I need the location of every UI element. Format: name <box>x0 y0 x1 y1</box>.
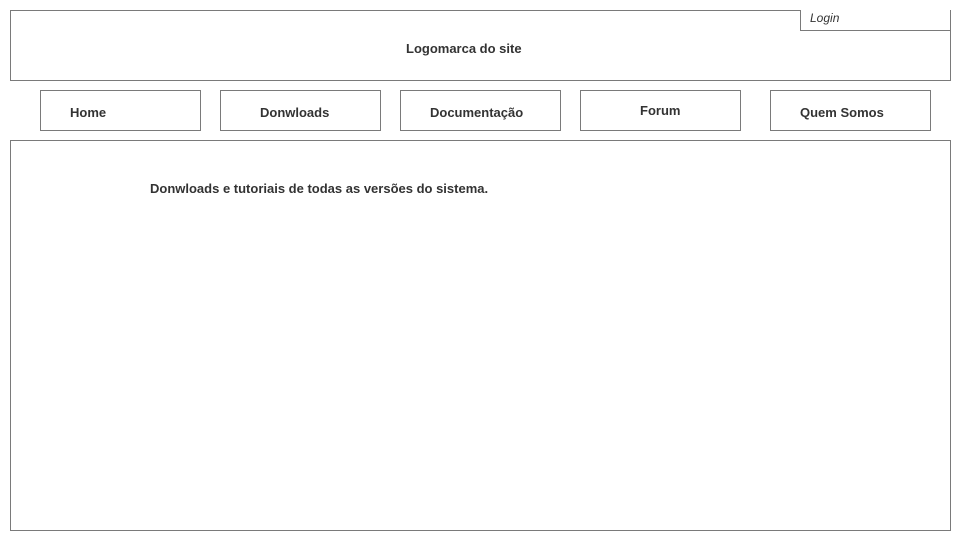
nav-item-documentation[interactable]: Documentação <box>400 90 561 131</box>
nav-item-downloads[interactable]: Donwloads <box>220 90 381 131</box>
main-content-area: Donwloads e tutoriais de todas as versõe… <box>10 140 951 531</box>
nav-item-label: Donwloads <box>260 105 330 120</box>
page-description: Donwloads e tutoriais de todas as versõe… <box>150 181 489 196</box>
site-logo-placeholder: Logomarca do site <box>406 41 522 56</box>
nav-item-label: Documentação <box>430 105 524 120</box>
nav-item-label: Forum <box>640 103 681 118</box>
nav-item-forum[interactable]: Forum <box>580 90 741 131</box>
nav-item-label: Home <box>70 105 107 120</box>
nav-item-about-us[interactable]: Quem Somos <box>770 90 931 131</box>
nav-item-label: Quem Somos <box>800 105 884 120</box>
login-link[interactable]: Login <box>800 10 951 31</box>
nav-item-home[interactable]: Home <box>40 90 201 131</box>
